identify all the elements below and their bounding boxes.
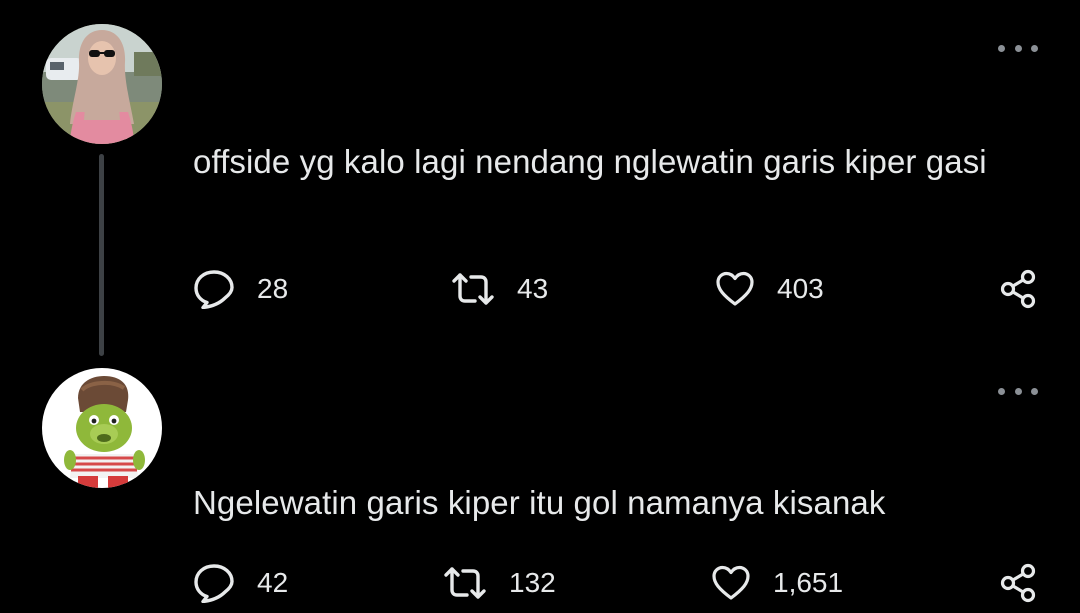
more-options-button[interactable] bbox=[998, 36, 1038, 60]
like-count: 1,651 bbox=[773, 567, 844, 598]
tweet-actions: 42 132 1,651 bbox=[193, 560, 1043, 606]
retweet-count: 43 bbox=[517, 273, 549, 304]
woman-hijab-photo-avatar bbox=[42, 24, 162, 144]
heart-icon bbox=[712, 565, 750, 600]
retweet-arrows-icon bbox=[444, 567, 486, 599]
avatar[interactable] bbox=[42, 24, 162, 144]
share-button[interactable] bbox=[998, 266, 1038, 312]
speech-bubble-icon bbox=[194, 564, 234, 603]
heart-icon bbox=[716, 271, 754, 306]
avatar[interactable] bbox=[42, 368, 162, 488]
speech-bubble-icon bbox=[194, 270, 234, 309]
more-dots-icon bbox=[1031, 44, 1038, 52]
like-button[interactable]: 403 bbox=[715, 266, 824, 312]
share-nodes-icon bbox=[1000, 563, 1036, 603]
tweet-text: offside yg kalo lagi nendang nglewatin g… bbox=[193, 143, 987, 180]
tweet-original[interactable]: offside yg kalo lagi nendang nglewatin g… bbox=[0, 0, 1080, 356]
retweet-arrows-icon bbox=[452, 273, 494, 305]
tweet-reply[interactable]: Ngelewatin garis kiper itu gol namanya k… bbox=[0, 345, 1080, 613]
more-options-button[interactable] bbox=[998, 379, 1038, 403]
thread-connector-line bbox=[99, 154, 104, 356]
reply-button[interactable]: 42 bbox=[193, 560, 288, 606]
reply-button[interactable]: 28 bbox=[193, 266, 288, 312]
retweet-count: 132 bbox=[509, 567, 556, 598]
reply-count: 42 bbox=[257, 567, 289, 598]
retweet-button[interactable]: 43 bbox=[451, 266, 548, 312]
like-count: 403 bbox=[777, 273, 824, 304]
retweet-button[interactable]: 132 bbox=[443, 560, 556, 606]
green-face-character-avatar bbox=[42, 368, 162, 488]
tweet-thread: offside yg kalo lagi nendang nglewatin g… bbox=[0, 0, 1080, 613]
more-dots-icon bbox=[998, 44, 1005, 52]
like-button[interactable]: 1,651 bbox=[711, 560, 843, 606]
tweet-text: Ngelewatin garis kiper itu gol namanya k… bbox=[193, 484, 886, 521]
share-nodes-icon bbox=[1000, 269, 1036, 309]
more-dots-icon bbox=[998, 387, 1005, 395]
reply-count: 28 bbox=[257, 273, 289, 304]
share-button[interactable] bbox=[998, 560, 1038, 606]
more-dots-icon bbox=[1014, 44, 1022, 52]
more-dots-icon bbox=[1031, 387, 1038, 395]
tweet-actions: 28 43 403 bbox=[193, 266, 1043, 312]
more-dots-icon bbox=[1014, 387, 1022, 395]
